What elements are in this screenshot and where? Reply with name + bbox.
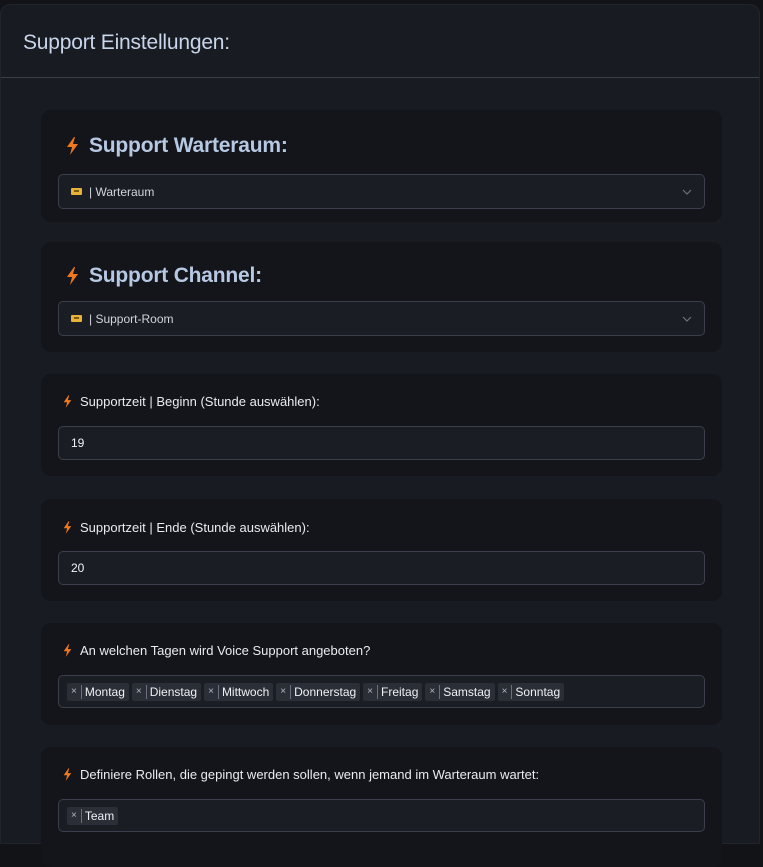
voice-channel-icon [71, 315, 82, 322]
roles-label: Definiere Rollen, die gepingt werden sol… [80, 767, 540, 782]
day-tag-montag: × Montag [67, 682, 129, 701]
day-tag-mittwoch: × Mittwoch [204, 682, 274, 701]
days-heading: An welchen Tagen wird Voice Support ange… [63, 643, 370, 658]
day-tag-freitag: × Freitag [363, 682, 423, 701]
roles-card: Definiere Rollen, die gepingt werden sol… [41, 747, 722, 867]
end-time-heading: Supportzeit | Ende (Stunde auswählen): [63, 520, 310, 535]
lightning-icon [63, 395, 72, 408]
day-tag-donnerstag: × Donnerstag [276, 682, 361, 701]
remove-tag-icon[interactable]: × [132, 684, 147, 699]
support-channel-heading: Support Channel: [66, 264, 262, 288]
roles-multiselect[interactable]: × Team [58, 799, 705, 832]
chevron-down-icon[interactable] [682, 313, 692, 327]
support-channel-card: Support Channel: | Support-Room [41, 242, 722, 352]
support-channel-select[interactable]: | Support-Room [58, 301, 705, 336]
voice-channel-icon [71, 188, 82, 195]
remove-tag-icon[interactable]: × [67, 684, 82, 699]
days-card: An welchen Tagen wird Voice Support ange… [41, 623, 722, 725]
start-time-input[interactable]: 19 [58, 426, 705, 460]
waiting-room-title: Support Warteraum: [89, 134, 288, 157]
roles-heading: Definiere Rollen, die gepingt werden sol… [63, 767, 539, 782]
remove-tag-icon[interactable]: × [276, 684, 292, 699]
remove-tag-icon[interactable]: × [425, 684, 441, 699]
days-label: An welchen Tagen wird Voice Support ange… [80, 643, 371, 658]
support-channel-title: Support Channel: [89, 264, 262, 287]
day-tag-samstag: × Samstag [425, 682, 495, 701]
days-multiselect[interactable]: × Montag × Dienstag × Mittwoch × Donnerstag … [58, 675, 705, 708]
panel-title: Support Einstellungen: [23, 31, 230, 54]
start-time-heading: Supportzeit | Beginn (Stunde auswählen): [63, 394, 320, 409]
start-time-card: Supportzeit | Beginn (Stunde auswählen):… [41, 374, 722, 476]
remove-tag-icon[interactable]: × [204, 684, 219, 699]
waiting-room-selected-value: | Warteraum [89, 184, 155, 199]
lightning-icon [63, 644, 72, 657]
waiting-room-select[interactable]: | Warteraum [58, 174, 705, 209]
lightning-icon [63, 768, 72, 781]
end-time-value: 20 [71, 561, 85, 575]
remove-tag-icon[interactable]: × [498, 684, 513, 699]
support-settings-panel: Support Einstellungen: Support Warteraum… [0, 4, 760, 867]
end-time-label: Supportzeit | Ende (Stunde auswählen): [80, 520, 310, 535]
support-channel-selected-value: | Support-Room [89, 311, 174, 326]
start-time-value: 19 [71, 436, 85, 450]
end-time-input[interactable]: 20 [58, 551, 705, 585]
lightning-icon [66, 267, 79, 285]
role-tag-team: × Team [67, 806, 119, 825]
remove-tag-icon[interactable]: × [67, 808, 82, 823]
waiting-room-heading: Support Warteraum: [66, 134, 288, 158]
lightning-icon [66, 137, 79, 155]
lightning-icon [63, 521, 72, 534]
waiting-room-card: Support Warteraum: | Warteraum [41, 110, 722, 222]
panel-header: Support Einstellungen: [1, 5, 759, 78]
day-tag-sonntag: × Sonntag [497, 682, 565, 701]
day-tag-dienstag: × Dienstag [131, 682, 202, 701]
start-time-label: Supportzeit | Beginn (Stunde auswählen): [80, 394, 320, 409]
chevron-down-icon[interactable] [682, 186, 692, 200]
end-time-card: Supportzeit | Ende (Stunde auswählen): 2… [41, 499, 722, 601]
remove-tag-icon[interactable]: × [363, 684, 379, 699]
